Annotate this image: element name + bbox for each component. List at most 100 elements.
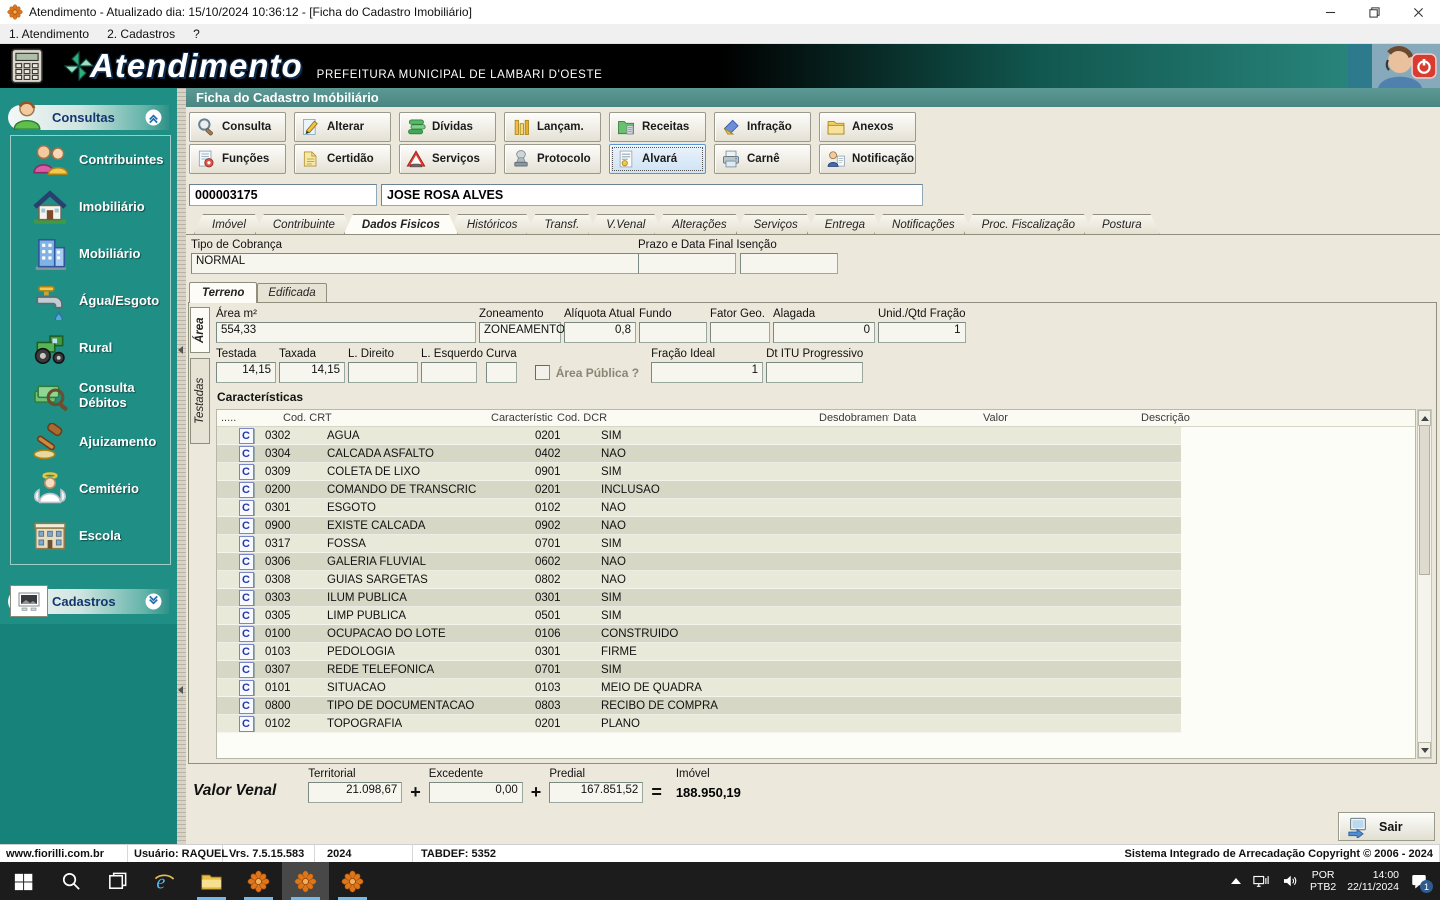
sair-button[interactable]: Sair [1338,812,1435,841]
form-field[interactable] [348,362,418,383]
notification-center-icon[interactable]: 1 [1410,872,1428,890]
fiorilli-app-icon[interactable] [235,862,282,900]
fiorilli-app-icon[interactable] [329,862,376,900]
table-row[interactable]: C 0308 GUIAS SARGETAS 0802 NÃO [217,571,1181,589]
speaker-icon[interactable] [1281,872,1299,890]
table-row[interactable]: C 0301 ESGOTO 0102 NÃO [217,499,1181,517]
form-field[interactable]: 1 [878,322,966,343]
tab[interactable]: Históricos [449,214,535,234]
tab[interactable]: Contribuinte [255,214,353,234]
minimize-button[interactable] [1308,0,1352,24]
table-row[interactable]: C 0304 CALCADA ASFALTO 0402 NÃO [217,445,1181,463]
toolbar-button[interactable]: Protocolo [504,144,601,174]
sidebar-section-consultas[interactable]: Consultas [8,105,169,130]
menu-item[interactable]: ? [184,27,209,41]
tab[interactable]: Entrega [807,214,883,234]
subtab[interactable]: Terreno [189,282,257,303]
power-button[interactable] [1411,53,1437,79]
toolbar-button[interactable]: Infração [714,112,811,142]
sidebar-item[interactable]: Cemitério [11,465,170,512]
sidebar-item[interactable]: Água/Esgoto [11,277,170,324]
table-row[interactable]: C 0200 COMANDO DE TRANSCRIC 0201 INCLUSÃ… [217,481,1181,499]
table-row[interactable]: C 0103 PEDOLOGIA 0301 FIRME [217,643,1181,661]
excedente-field[interactable]: 0,00 [429,782,523,803]
table-scrollbar[interactable] [1417,409,1432,759]
toolbar-button[interactable]: Alvará [609,144,706,174]
toolbar-button[interactable]: Alterar [294,112,391,142]
table-row[interactable]: C 0305 LIMP PUBLICA 0501 SIM [217,607,1181,625]
start-button[interactable] [0,862,47,900]
table-row[interactable]: C 0306 GALERIA FLUVIAL 0602 NÃO [217,553,1181,571]
vertical-tab-testadas[interactable]: Testadas [190,358,210,444]
form-field[interactable] [710,322,770,343]
internet-explorer-icon[interactable]: e [141,862,188,900]
toolbar-button[interactable]: Carnê [714,144,811,174]
tab[interactable]: V.Venal [588,214,663,234]
tab[interactable]: Transf. [526,214,597,234]
form-field[interactable] [639,322,707,343]
fiorilli-app-icon-active[interactable] [282,862,329,900]
tab[interactable]: Notificações [874,214,973,234]
predial-field[interactable]: 167.851,52 [549,782,643,803]
scroll-up-arrow[interactable] [1418,410,1431,426]
tab[interactable]: Dados Fisicos [344,214,458,234]
close-button[interactable] [1396,0,1440,24]
form-field[interactable] [766,362,863,383]
toolbar-button[interactable]: Certidão [294,144,391,174]
form-field[interactable]: 0 [773,322,875,343]
form-field[interactable] [421,362,477,383]
sidebar-item[interactable]: Rural [11,324,170,371]
task-view-icon[interactable] [94,862,141,900]
language-indicator[interactable]: POR PTB2 [1310,869,1336,893]
subtab[interactable]: Edificada [257,283,326,302]
sidebar-item[interactable]: Ajuizamento [11,418,170,465]
table-row[interactable]: C 0302 AGUA 0201 SIM [217,427,1181,445]
scroll-down-arrow[interactable] [1418,742,1431,758]
toolbar-button[interactable]: Serviços [399,144,496,174]
taskbar-search-icon[interactable] [47,862,94,900]
tipo-cobranca-field[interactable]: NORMAL [191,253,641,274]
sidebar-item[interactable]: Contribuintes [11,136,170,183]
toolbar-button[interactable]: Lançam. [504,112,601,142]
tab[interactable]: Imóvel [194,214,264,234]
file-explorer-icon[interactable] [188,862,235,900]
toolbar-button[interactable]: Dívidas [399,112,496,142]
toolbar-button[interactable]: Funções [189,144,286,174]
owner-name-field[interactable]: JOSE ROSA ALVES [381,184,923,206]
restore-button[interactable] [1352,0,1396,24]
sidebar-item[interactable]: Consulta Débitos [11,371,170,418]
vertical-tab-area[interactable]: Área [190,307,210,353]
toolbar-button[interactable]: Notificação [819,144,916,174]
table-row[interactable]: C 0309 COLETA DE LIXO 0901 SIM [217,463,1181,481]
form-field[interactable]: 14,15 [216,362,276,383]
sidebar-item[interactable]: Mobiliário [11,230,170,277]
form-field[interactable] [486,362,517,383]
table-row[interactable]: C 0102 TOPOGRAFIA 0201 PLANO [217,715,1181,733]
territorial-field[interactable]: 21.098,67 [308,782,402,803]
table-row[interactable]: C 0800 TIPO DE DOCUMENTACAO 0803 RECIBO … [217,697,1181,715]
sidebar-section-cadastros[interactable]: Cadastros [8,589,169,614]
form-field[interactable]: 1 [651,362,763,383]
menu-item[interactable]: 2. Cadastros [98,27,184,41]
area-publica-checkbox[interactable] [535,365,550,380]
form-field[interactable]: 0,8 [564,322,636,343]
tab[interactable]: Proc. Fiscalização [964,214,1093,234]
prazo-isencao-field[interactable] [638,253,736,274]
tab[interactable]: Alterações [654,214,744,234]
form-field[interactable]: ZONEAMENTO [479,322,561,343]
table-row[interactable]: C 0101 SITUACAO 0103 MEIO DE QUADRA [217,679,1181,697]
clock[interactable]: 14:00 22/11/2024 [1347,869,1399,893]
data-final-isencao-field[interactable] [740,253,838,274]
chevron-down-icon[interactable] [145,593,162,610]
sidebar-splitter[interactable] [177,88,186,844]
table-row[interactable]: C 0100 OCUPACAO DO LOTE 0106 CONSTRUIDO [217,625,1181,643]
toolbar-button[interactable]: Anexos [819,112,916,142]
toolbar-button[interactable]: Consulta [189,112,286,142]
table-row[interactable]: C 0900 EXISTE CALCADA 0902 NÃO [217,517,1181,535]
form-field[interactable]: 14,15 [279,362,345,383]
table-row[interactable]: C 0317 FOSSA 0701 SIM [217,535,1181,553]
property-code-field[interactable]: 000003175 [189,184,377,206]
form-field[interactable]: 554,33 [216,322,476,343]
scrollbar-thumb[interactable] [1419,425,1430,575]
sidebar-item[interactable]: Escola [11,512,170,559]
